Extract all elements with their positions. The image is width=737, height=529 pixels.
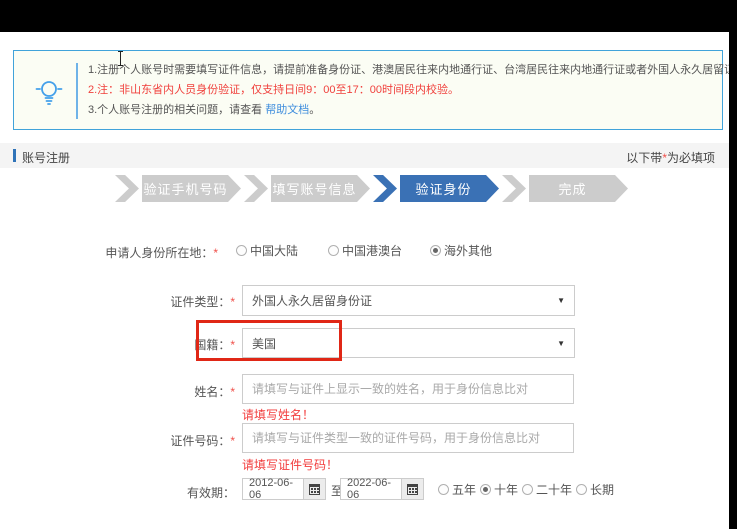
validity-duration-radios: 五年 十年 二十年 长期 bbox=[438, 481, 618, 498]
step-account-info: 填写账号信息 bbox=[244, 175, 370, 202]
radio-circle-icon[interactable] bbox=[480, 484, 491, 495]
nationality-select[interactable]: 美国 ▼ bbox=[242, 328, 575, 358]
radio-twenty-years[interactable]: 二十年 bbox=[522, 481, 572, 498]
radio-label: 五年 bbox=[452, 481, 476, 498]
step-chevron-icon bbox=[502, 175, 526, 202]
radio-label: 中国港澳台 bbox=[342, 242, 402, 259]
required-note-prefix: 以下带 bbox=[626, 151, 662, 165]
doc-type-label: 证件类型：* bbox=[0, 293, 235, 310]
step-verify-phone: 验证手机号码 bbox=[115, 175, 241, 202]
name-input[interactable] bbox=[242, 374, 574, 404]
notice-line-1: 1.注册个人账号时需要填写证件信息，请提前准备身份证、港澳居民往来内地通行证、台… bbox=[88, 60, 713, 80]
id-number-input[interactable] bbox=[242, 423, 574, 453]
steps-bar: 验证手机号码 填写账号信息 验证身份 完成 bbox=[115, 175, 631, 202]
page-title: 账号注册 bbox=[22, 149, 70, 166]
radio-long-term[interactable]: 长期 bbox=[576, 481, 614, 498]
step-chevron-icon bbox=[244, 175, 268, 202]
location-label: 申请人身份所在地：* bbox=[0, 244, 218, 261]
radio-overseas-other[interactable]: 海外其他 bbox=[430, 242, 492, 259]
top-black-bar bbox=[0, 0, 737, 32]
required-note-suffix: 为必填项 bbox=[667, 151, 715, 165]
required-note: 以下带*为必填项 bbox=[626, 149, 715, 166]
radio-label: 二十年 bbox=[536, 481, 572, 498]
title-accent-bar bbox=[13, 149, 16, 162]
required-asterisk: * bbox=[230, 434, 235, 448]
radio-five-years[interactable]: 五年 bbox=[438, 481, 476, 498]
radio-mainland-china[interactable]: 中国大陆 bbox=[236, 242, 298, 259]
id-number-label: 证件号码：* bbox=[0, 432, 235, 449]
calendar-icon bbox=[309, 484, 320, 495]
doc-type-select[interactable]: 外国人永久居留身份证 ▼ bbox=[242, 285, 575, 316]
radio-circle-icon[interactable] bbox=[576, 484, 587, 495]
radio-circle-icon[interactable] bbox=[438, 484, 449, 495]
lightbulb-icon bbox=[32, 75, 66, 109]
radio-ten-years[interactable]: 十年 bbox=[480, 481, 518, 498]
step-chevron-icon bbox=[373, 175, 397, 202]
radio-label: 中国大陆 bbox=[250, 242, 298, 259]
step-label: 填写账号信息 bbox=[271, 175, 370, 202]
chevron-down-icon: ▼ bbox=[557, 296, 565, 305]
section-header: 账号注册 以下带*为必填项 bbox=[0, 143, 729, 168]
step-complete: 完成 bbox=[502, 175, 628, 202]
validity-from-value: 2012-06-06 bbox=[243, 479, 303, 499]
registration-page: 1.注册个人账号时需要填写证件信息，请提前准备身份证、港澳居民往来内地通行证、台… bbox=[0, 0, 737, 529]
chevron-down-icon: ▼ bbox=[557, 339, 565, 348]
validity-to-datepicker[interactable]: 2022-06-06 bbox=[340, 478, 424, 500]
notice-divider bbox=[76, 63, 78, 119]
step-label: 验证身份 bbox=[400, 175, 499, 202]
text-cursor bbox=[117, 51, 125, 66]
nationality-label: 国籍：* bbox=[0, 336, 235, 353]
notice-line-2: 2.注：非山东省内人员身份验证，仅支持日间9：00至17：00时间段内校验。 bbox=[88, 80, 713, 100]
required-asterisk: * bbox=[213, 246, 218, 260]
validity-label: 有效期： bbox=[0, 484, 235, 501]
doc-type-value: 外国人永久居留身份证 bbox=[252, 292, 372, 309]
validity-from-datepicker[interactable]: 2012-06-06 bbox=[242, 478, 326, 500]
step-label: 完成 bbox=[529, 175, 628, 202]
help-doc-link[interactable]: 帮助文档 bbox=[265, 104, 309, 116]
radio-circle-icon[interactable] bbox=[236, 245, 247, 256]
right-black-bar bbox=[729, 0, 737, 529]
radio-label: 长期 bbox=[590, 481, 614, 498]
name-error: 请填写姓名！ bbox=[242, 406, 314, 423]
step-verify-identity: 验证身份 bbox=[373, 175, 499, 202]
notice-line-3: 3.个人账号注册的相关问题，请查看 帮助文档。 bbox=[88, 100, 713, 120]
calendar-button[interactable] bbox=[303, 479, 325, 499]
notice-line-3-period: 。 bbox=[309, 104, 320, 116]
required-asterisk: * bbox=[230, 385, 235, 399]
radio-circle-icon[interactable] bbox=[430, 245, 441, 256]
name-label: 姓名：* bbox=[0, 383, 235, 400]
radio-label: 十年 bbox=[494, 481, 518, 498]
calendar-icon bbox=[407, 484, 418, 495]
radio-label: 海外其他 bbox=[444, 242, 492, 259]
required-asterisk: * bbox=[230, 295, 235, 309]
radio-circle-icon[interactable] bbox=[522, 484, 533, 495]
nationality-value: 美国 bbox=[252, 335, 276, 352]
calendar-button[interactable] bbox=[401, 479, 423, 499]
required-asterisk: * bbox=[230, 338, 235, 352]
id-number-error: 请填写证件号码！ bbox=[242, 456, 338, 473]
validity-to-value: 2022-06-06 bbox=[341, 479, 401, 499]
notice-line-3-text: 3.个人账号注册的相关问题，请查看 bbox=[88, 104, 265, 116]
radio-hk-macao-taiwan[interactable]: 中国港澳台 bbox=[328, 242, 402, 259]
step-chevron-icon bbox=[115, 175, 139, 202]
radio-circle-icon[interactable] bbox=[328, 245, 339, 256]
step-label: 验证手机号码 bbox=[142, 175, 241, 202]
